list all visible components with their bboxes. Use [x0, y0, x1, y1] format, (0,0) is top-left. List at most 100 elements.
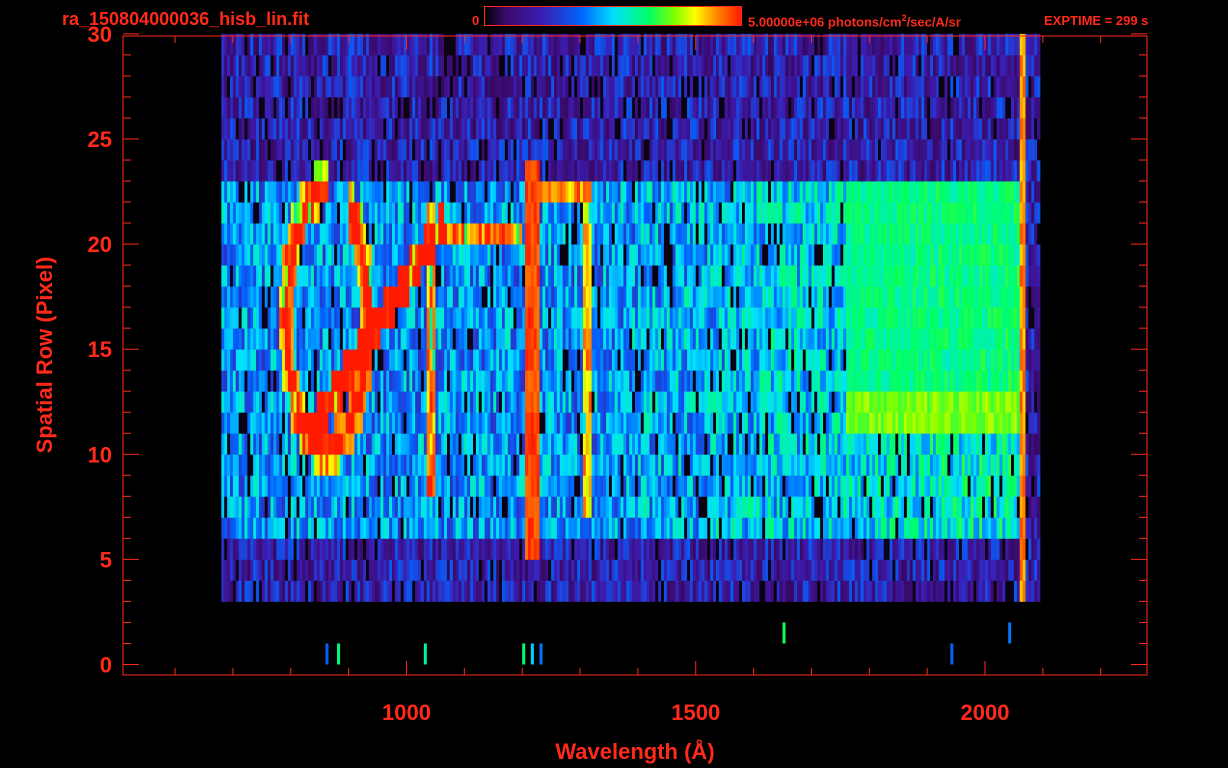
heatmap-cell — [363, 286, 367, 308]
heatmap-cell — [342, 75, 347, 98]
heatmap-cell — [626, 307, 630, 329]
heatmap-cell — [446, 412, 451, 434]
heatmap-cell — [747, 202, 752, 224]
heatmap-cell — [499, 370, 503, 392]
heatmap-cell — [250, 160, 254, 182]
heatmap-cell — [678, 475, 682, 497]
heatmap-cell — [744, 307, 749, 329]
heatmap-cell — [357, 349, 361, 371]
heatmap-cell — [585, 75, 590, 98]
heatmap-cell — [409, 75, 413, 98]
heatmap-cell — [342, 349, 347, 371]
heatmap-cell — [666, 265, 671, 287]
heatmap-cell — [313, 286, 318, 308]
heatmap-cell — [230, 496, 234, 518]
heatmap-cell — [250, 328, 254, 350]
heatmap-cell — [701, 559, 705, 581]
heatmap-cell — [247, 117, 251, 140]
heatmap-cell — [623, 244, 627, 266]
heatmap-cell — [527, 96, 532, 119]
heatmap-cell — [473, 475, 477, 497]
heatmap-cell — [305, 33, 309, 56]
heatmap-cell — [455, 391, 459, 413]
heatmap-cell — [527, 223, 532, 245]
heatmap-cell — [435, 139, 439, 161]
heatmap-cell — [559, 433, 564, 455]
heatmap-cell — [611, 559, 616, 581]
heatmap-cell — [626, 286, 630, 308]
heatmap-cell — [649, 580, 653, 602]
heatmap-cell — [357, 433, 361, 455]
heatmap-cell — [418, 559, 422, 581]
heatmap-cell — [368, 580, 373, 602]
heatmap-cell — [577, 202, 581, 224]
heatmap-cell — [487, 54, 491, 77]
heatmap-cell — [311, 223, 315, 245]
heatmap-cell — [276, 538, 280, 560]
heatmap-cell — [565, 181, 569, 203]
heatmap-cell — [707, 391, 711, 413]
heatmap-cell — [721, 33, 726, 56]
heatmap-cell — [637, 96, 642, 119]
heatmap-cell — [423, 391, 428, 413]
heatmap-cell — [232, 517, 237, 539]
heatmap-cell — [464, 328, 468, 350]
heatmap-cell — [331, 244, 335, 266]
heatmap-cell — [530, 286, 535, 308]
heatmap-cell — [739, 454, 743, 476]
heatmap-cell — [284, 370, 289, 392]
heatmap-cell — [394, 265, 399, 287]
heatmap-cell — [496, 475, 500, 497]
heatmap-cell — [290, 580, 295, 602]
heatmap-cell — [449, 370, 454, 392]
heatmap-cell — [646, 475, 650, 497]
heatmap-cell — [368, 517, 373, 539]
heatmap-cell — [542, 580, 546, 602]
heatmap-cell — [337, 202, 341, 224]
heatmap-cell — [533, 538, 538, 560]
heatmap-cell — [374, 117, 378, 140]
heatmap-cell — [339, 223, 344, 245]
heatmap-cell — [571, 160, 575, 182]
heatmap-cell — [432, 391, 436, 413]
heatmap-cell — [698, 286, 702, 308]
heatmap-cell — [455, 223, 459, 245]
heatmap-cell — [626, 160, 630, 182]
heatmap-cell — [374, 286, 378, 308]
heatmap-cell — [493, 223, 497, 245]
heatmap-cell — [753, 538, 757, 560]
heatmap-cell — [516, 223, 520, 245]
heatmap-cell — [747, 475, 752, 497]
heatmap-cell — [296, 286, 300, 308]
heatmap-cell — [507, 265, 512, 287]
heatmap-cell — [742, 54, 746, 77]
heatmap-cell — [311, 517, 315, 539]
heatmap-cell — [452, 96, 457, 119]
heatmap-cell — [299, 265, 303, 287]
heatmap-cell — [250, 244, 254, 266]
heatmap-cell — [701, 349, 705, 371]
heatmap-cell — [629, 391, 633, 413]
heatmap-cell — [525, 75, 529, 98]
heatmap-cell — [478, 286, 483, 308]
heatmap-cell — [244, 496, 248, 518]
heatmap-cell — [287, 454, 292, 476]
heatmap-cell — [568, 286, 572, 308]
heatmap-cell — [530, 96, 535, 119]
heatmap-cell — [227, 580, 231, 602]
heatmap-cell — [363, 454, 367, 476]
heatmap-cell — [487, 33, 491, 56]
heatmap-cell — [224, 244, 228, 266]
heatmap-cell — [331, 33, 335, 56]
heatmap-cell — [458, 559, 462, 581]
heatmap-cell — [753, 454, 757, 476]
heatmap-cell — [290, 117, 295, 140]
heatmap-cell — [536, 307, 540, 329]
heatmap-cell — [730, 286, 734, 308]
heatmap-cell — [363, 559, 367, 581]
heatmap-cell — [643, 454, 647, 476]
heatmap-cell — [606, 265, 610, 287]
heatmap-cell — [380, 33, 384, 56]
heatmap-cell — [313, 139, 318, 161]
heatmap-cell — [467, 349, 471, 371]
